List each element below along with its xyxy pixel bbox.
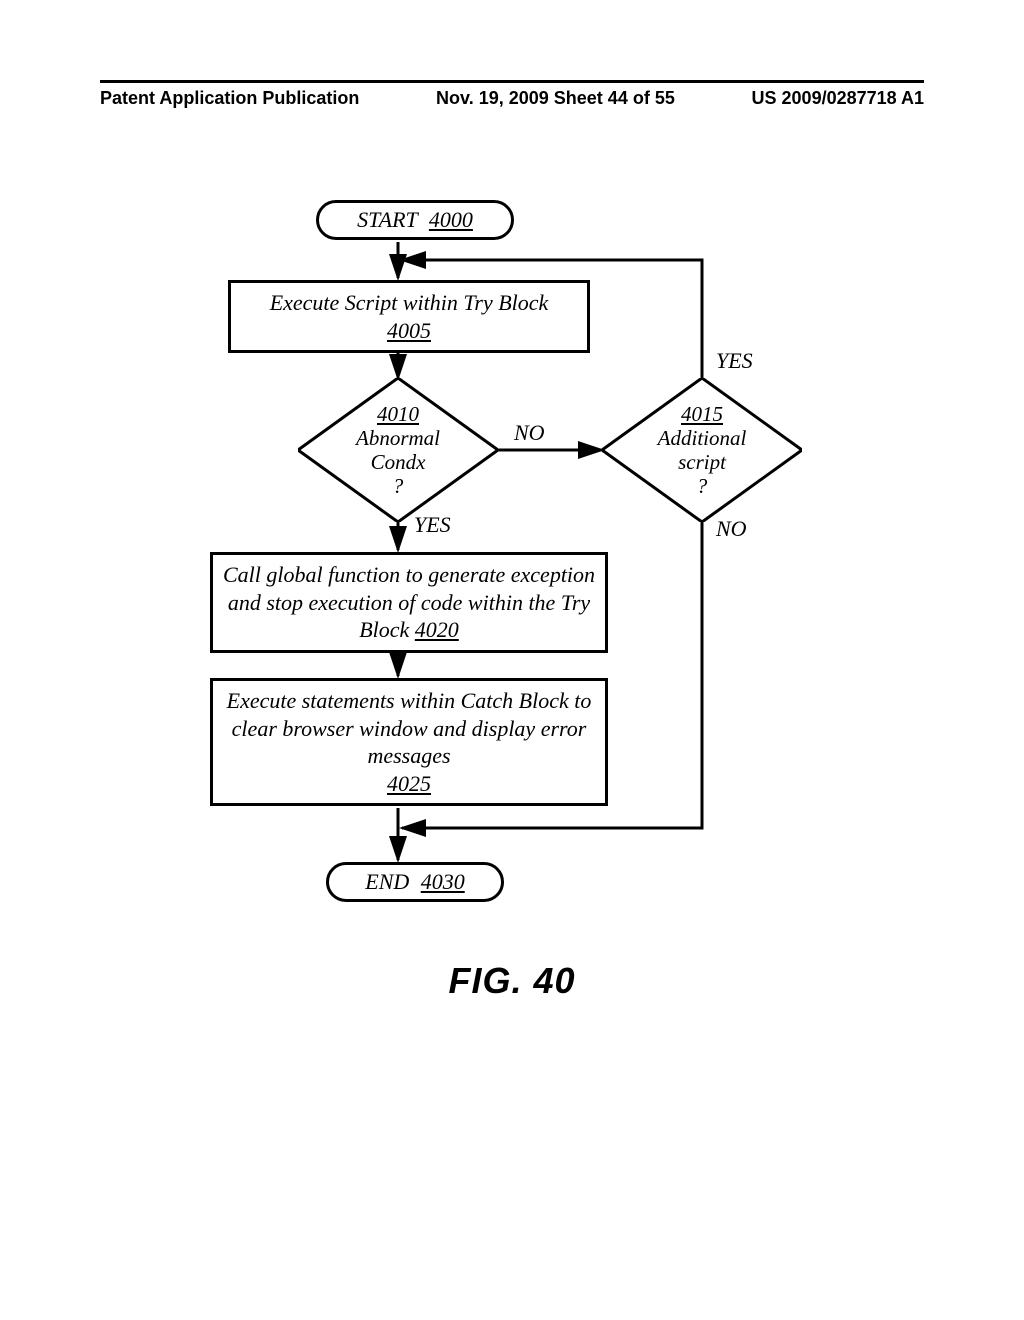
start-label: START xyxy=(357,207,417,232)
label-4015-yes: YES xyxy=(716,348,753,374)
process-4005-num: 4005 xyxy=(387,317,431,345)
start-terminator: START 4000 xyxy=(316,200,514,240)
decision-4010-num: 4010 xyxy=(377,402,419,426)
label-4010-yes: YES xyxy=(414,512,451,538)
process-4005: Execute Script within Try Block 4005 xyxy=(228,280,590,353)
decision-4010-text: 4010 Abnormal Condx ? xyxy=(298,378,498,522)
decision-4010-l2: Condx xyxy=(371,450,426,474)
start-num: 4000 xyxy=(429,207,473,232)
decision-4015-num: 4015 xyxy=(681,402,723,426)
decision-4015-l2: script xyxy=(678,450,726,474)
process-4025-text: Execute statements within Catch Block to… xyxy=(221,687,597,770)
decision-4015: 4015 Additional script ? xyxy=(602,378,802,522)
decision-4015-text: 4015 Additional script ? xyxy=(602,378,802,522)
figure-caption: FIG. 40 xyxy=(0,960,1024,1002)
flowchart: START 4000 Execute Script within Try Blo… xyxy=(170,200,870,920)
decision-4015-l3: ? xyxy=(697,474,708,498)
header-right: US 2009/0287718 A1 xyxy=(752,88,924,109)
end-terminator: END 4030 xyxy=(326,862,504,902)
process-4005-text: Execute Script within Try Block xyxy=(270,289,549,317)
decision-4015-l1: Additional xyxy=(658,426,747,450)
end-num: 4030 xyxy=(421,869,465,894)
header-left: Patent Application Publication xyxy=(100,88,359,109)
end-label: END xyxy=(365,869,409,894)
label-4010-no: NO xyxy=(514,420,545,446)
page-header: Patent Application Publication Nov. 19, … xyxy=(100,80,924,109)
process-4020: Call global function to generate excepti… xyxy=(210,552,608,653)
page: Patent Application Publication Nov. 19, … xyxy=(0,0,1024,1320)
label-4015-no: NO xyxy=(716,516,747,542)
decision-4010-l1: Abnormal xyxy=(356,426,440,450)
process-4025: Execute statements within Catch Block to… xyxy=(210,678,608,806)
process-4025-num: 4025 xyxy=(387,770,431,798)
decision-4010: 4010 Abnormal Condx ? xyxy=(298,378,498,522)
decision-4010-l3: ? xyxy=(393,474,404,498)
process-4020-text: Call global function to generate excepti… xyxy=(223,562,595,642)
process-4020-num: 4020 xyxy=(415,617,459,642)
header-center: Nov. 19, 2009 Sheet 44 of 55 xyxy=(436,88,675,109)
